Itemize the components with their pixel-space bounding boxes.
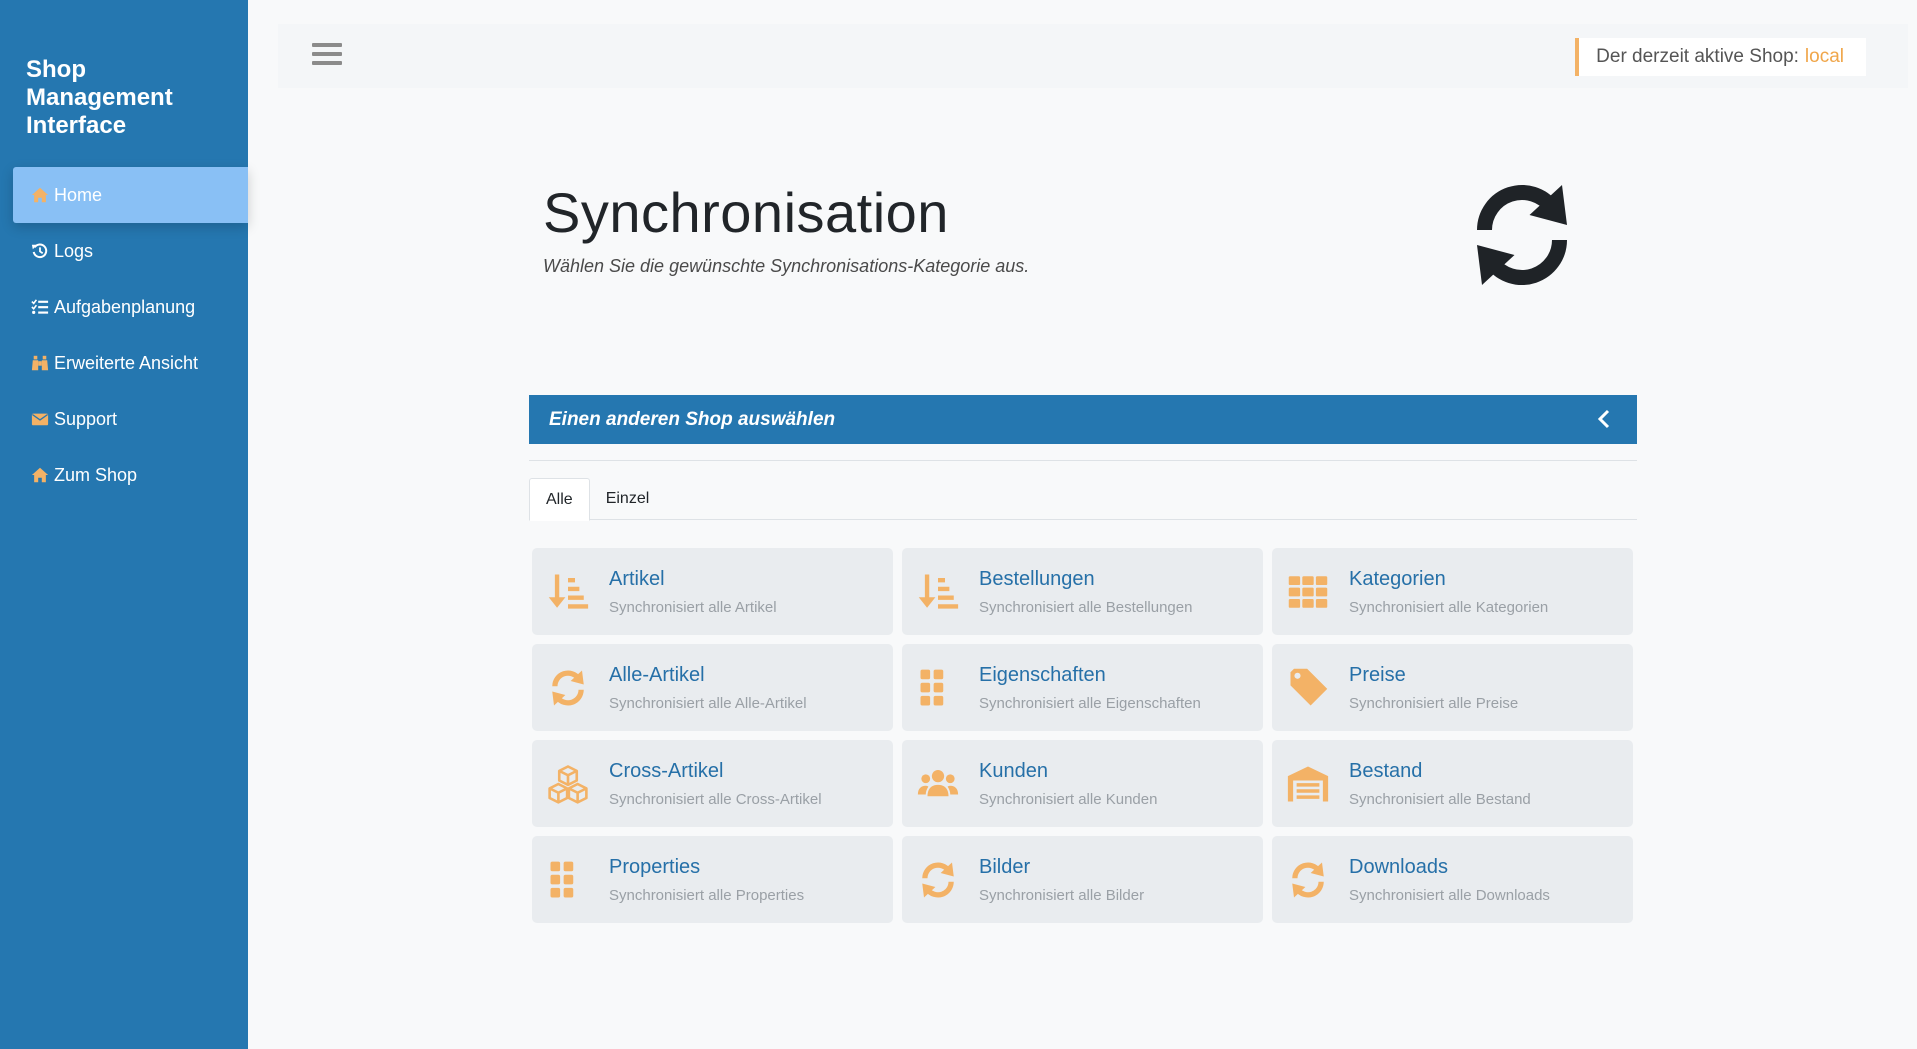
sync-card-bilder[interactable]: Bilder Synchronisiert alle Bilder bbox=[902, 836, 1263, 923]
envelope-icon bbox=[29, 409, 51, 429]
sync-card-preise[interactable]: Preise Synchronisiert alle Preise bbox=[1272, 644, 1633, 731]
sync-icon bbox=[546, 666, 590, 710]
binoculars-icon bbox=[29, 353, 51, 373]
card-title: Downloads bbox=[1349, 856, 1448, 878]
card-description: Synchronisiert alle Eigenschaften bbox=[979, 695, 1201, 712]
home-icon bbox=[29, 465, 51, 485]
sidebar-nav: Home Logs Aufgabenplanung Erweiterte Ans… bbox=[13, 167, 248, 503]
sidebar-item-label: Home bbox=[54, 184, 103, 205]
card-description: Synchronisiert alle Bilder bbox=[979, 887, 1145, 904]
cubes-icon bbox=[546, 762, 590, 806]
page-subtitle: Wählen Sie die gewünschte Synchronisatio… bbox=[543, 256, 1030, 276]
tab-bar: Alle Einzel bbox=[529, 478, 1637, 521]
tasks-icon bbox=[29, 297, 51, 317]
sidebar-item-label: Logs bbox=[54, 240, 94, 261]
card-description: Synchronisiert alle Alle-Artikel bbox=[609, 695, 807, 712]
sync-card-alle-artikel[interactable]: Alle-Artikel Synchronisiert alle Alle-Ar… bbox=[532, 644, 893, 731]
card-title: Bilder bbox=[979, 856, 1031, 878]
sidebar-item-aufgabenplanung[interactable]: Aufgabenplanung bbox=[13, 279, 248, 335]
sync-icon bbox=[916, 858, 960, 902]
tab-einzel[interactable]: Einzel bbox=[590, 478, 666, 520]
sync-category-grid: Artikel Synchronisiert alle Artikel Best… bbox=[532, 548, 1634, 923]
sync-card-cross-artikel[interactable]: Cross-Artikel Synchronisiert alle Cross-… bbox=[532, 740, 893, 827]
th-large-icon bbox=[916, 666, 960, 710]
tag-icon bbox=[1286, 666, 1330, 710]
users-icon bbox=[916, 762, 960, 806]
card-title: Bestellungen bbox=[979, 568, 1095, 590]
sort-amount-down-icon bbox=[916, 570, 960, 614]
sync-card-artikel[interactable]: Artikel Synchronisiert alle Artikel bbox=[532, 548, 893, 635]
select-shop-label: Einen anderen Shop auswählen bbox=[549, 408, 836, 430]
card-description: Synchronisiert alle Kunden bbox=[979, 791, 1158, 808]
menu-toggle-icon[interactable] bbox=[312, 43, 342, 69]
sidebar-item-label: Support bbox=[54, 408, 118, 429]
select-shop-toggle[interactable]: Einen anderen Shop auswählen bbox=[529, 395, 1637, 444]
sidebar-item-zum-shop[interactable]: Zum Shop bbox=[13, 447, 248, 503]
card-title: Bestand bbox=[1349, 760, 1423, 782]
card-title: Artikel bbox=[609, 568, 665, 590]
sync-card-bestellungen[interactable]: Bestellungen Synchronisiert alle Bestell… bbox=[902, 548, 1263, 635]
card-title: Alle-Artikel bbox=[609, 664, 705, 686]
card-title: Properties bbox=[609, 856, 701, 878]
card-description: Synchronisiert alle Downloads bbox=[1349, 887, 1550, 904]
active-shop-name: local bbox=[1804, 46, 1844, 67]
sidebar-item-home[interactable]: Home bbox=[13, 167, 248, 223]
sidebar-item-support[interactable]: Support bbox=[13, 391, 248, 447]
tab-alle[interactable]: Alle bbox=[529, 478, 590, 521]
sync-card-kunden[interactable]: Kunden Synchronisiert alle Kunden bbox=[902, 740, 1263, 827]
topbar: Der derzeit aktive Shop: local bbox=[278, 24, 1908, 88]
brand-title: Shop Management Interface bbox=[26, 56, 173, 139]
page-title: Synchronisation bbox=[543, 181, 949, 244]
card-description: Synchronisiert alle Bestellungen bbox=[979, 599, 1193, 616]
sidebar: Shop Management Interface Home Logs Aufg… bbox=[0, 0, 248, 1049]
th-grid-icon bbox=[1286, 570, 1330, 614]
sidebar-item-label: Aufgabenplanung bbox=[54, 296, 196, 317]
sidebar-item-erweiterte-ansicht[interactable]: Erweiterte Ansicht bbox=[13, 335, 248, 391]
card-description: Synchronisiert alle Kategorien bbox=[1349, 599, 1549, 616]
sort-amount-down-icon bbox=[546, 570, 590, 614]
card-description: Synchronisiert alle Preise bbox=[1349, 695, 1519, 712]
card-title: Eigenschaften bbox=[979, 664, 1106, 686]
sync-card-bestand[interactable]: Bestand Synchronisiert alle Bestand bbox=[1272, 740, 1633, 827]
home-icon bbox=[29, 185, 51, 205]
warehouse-icon bbox=[1286, 762, 1330, 806]
card-title: Kategorien bbox=[1349, 568, 1446, 590]
sync-card-kategorien[interactable]: Kategorien Synchronisiert alle Kategorie… bbox=[1272, 548, 1633, 635]
card-title: Preise bbox=[1349, 664, 1406, 686]
sync-icon bbox=[1286, 858, 1330, 902]
sync-card-properties[interactable]: Properties Synchronisiert alle Propertie… bbox=[532, 836, 893, 923]
card-description: Synchronisiert alle Properties bbox=[609, 887, 805, 904]
sync-card-eigenschaften[interactable]: Eigenschaften Synchronisiert alle Eigens… bbox=[902, 644, 1263, 731]
chevron-left-icon bbox=[1597, 409, 1610, 429]
sidebar-item-label: Erweiterte Ansicht bbox=[54, 352, 199, 373]
sidebar-item-logs[interactable]: Logs bbox=[13, 223, 248, 279]
divider bbox=[529, 460, 1637, 461]
card-description: Synchronisiert alle Bestand bbox=[1349, 791, 1531, 808]
card-description: Synchronisiert alle Cross-Artikel bbox=[609, 791, 822, 808]
card-title: Kunden bbox=[979, 760, 1048, 782]
active-shop-label: Der derzeit aktive Shop: bbox=[1596, 46, 1799, 67]
sync-card-downloads[interactable]: Downloads Synchronisiert alle Downloads bbox=[1272, 836, 1633, 923]
history-icon bbox=[29, 241, 51, 261]
card-description: Synchronisiert alle Artikel bbox=[609, 599, 777, 616]
card-title: Cross-Artikel bbox=[609, 760, 724, 782]
sidebar-item-label: Zum Shop bbox=[54, 464, 138, 485]
th-large-icon bbox=[546, 858, 590, 902]
active-shop-indicator: Der derzeit aktive Shop: local bbox=[1575, 38, 1866, 76]
sync-icon bbox=[1462, 175, 1582, 295]
